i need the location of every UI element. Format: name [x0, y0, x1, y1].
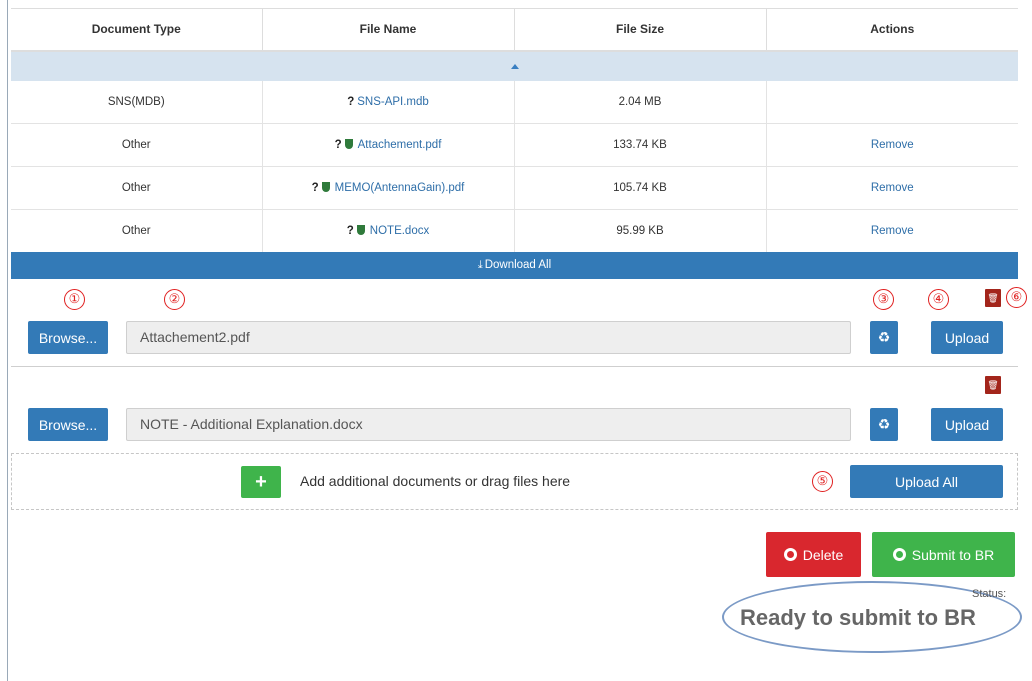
file-name-field[interactable]: NOTE - Additional Explanation.docx [126, 408, 851, 441]
table-row: Other ? MEMO(AntennaGain).pdf 105.74 KB R… [11, 166, 1018, 210]
upload-row: Browse... NOTE - Additional Explanation.… [11, 367, 1018, 453]
file-link[interactable]: Attachement.pdf [358, 139, 442, 151]
browse-button[interactable]: Browse... [28, 408, 108, 441]
table-row: SNS(MDB) ? SNS-API.mdb 2.04 MB [11, 80, 1018, 124]
trash-icon[interactable]: 🗑 [985, 289, 1001, 307]
annotation-marker-4: ④ [928, 289, 949, 310]
upload-row: Browse... Attachement2.pdf ♻ Upload 🗑 [11, 279, 1018, 367]
globe-icon [892, 548, 906, 561]
annotation-marker-2: ② [164, 289, 185, 310]
question-icon: ? [346, 225, 354, 237]
annotation-marker-6: ⑥ [1006, 287, 1027, 308]
dropzone-text: Add additional documents or drag files h… [300, 473, 571, 489]
cell-file-name: ? SNS-API.mdb [261, 80, 514, 124]
recycle-icon: ♻ [877, 329, 891, 345]
cell-file-size: 95.99 KB [513, 209, 766, 253]
cell-file-name: ? NOTE.docx [261, 209, 514, 253]
annotation-marker-3: ③ [873, 289, 894, 310]
download-all-label: Download All [484, 259, 552, 271]
delete-label: Delete [802, 546, 844, 563]
table-row: Other ? Attachement.pdf 133.74 KB Remove [11, 123, 1018, 167]
table-row: Other ? NOTE.docx 95.99 KB Remove [11, 209, 1018, 253]
question-icon: ? [334, 139, 342, 151]
question-icon: ? [311, 182, 319, 194]
header-actions: Actions [765, 8, 1018, 52]
file-link[interactable]: SNS-API.mdb [357, 96, 429, 108]
shield-icon [344, 139, 353, 149]
remove-link[interactable]: Remove [871, 225, 914, 237]
cell-document-type: Other [11, 209, 262, 253]
cell-document-type: SNS(MDB) [11, 80, 262, 124]
status-value: Ready to submit to BR [740, 605, 976, 630]
cell-file-name: ? Attachement.pdf [261, 123, 514, 167]
submit-label: Submit to BR [911, 546, 995, 563]
status-label: Status: [972, 588, 1007, 600]
delete-button[interactable]: Delete [766, 532, 861, 577]
cell-document-type: Other [11, 123, 262, 167]
file-link[interactable]: NOTE.docx [370, 225, 429, 237]
caret-up-icon[interactable] [510, 64, 519, 69]
cell-file-size: 2.04 MB [513, 80, 766, 124]
documents-table: Document Type File Name File Size Action… [11, 8, 1018, 253]
download-icon: ⤓ [477, 259, 483, 271]
header-file-size[interactable]: File Size [513, 8, 766, 52]
annotation-marker-5: ⑤ [812, 471, 833, 492]
shield-icon [356, 225, 365, 235]
question-icon: ? [347, 95, 355, 108]
remove-link[interactable]: Remove [871, 182, 914, 194]
annotation-marker-1: ① [64, 289, 85, 310]
file-link[interactable]: MEMO(AntennaGain).pdf [335, 182, 465, 194]
recycle-icon: ♻ [877, 416, 891, 432]
submit-to-br-button[interactable]: Submit to BR [872, 532, 1015, 577]
remove-link[interactable]: Remove [871, 139, 914, 151]
collapse-toggle-row[interactable] [11, 50, 1018, 81]
dropzone[interactable]: + Add additional documents or drag files… [11, 453, 1018, 510]
cell-document-type: Other [11, 166, 262, 210]
trash-icon[interactable]: 🗑 [985, 376, 1001, 394]
cell-file-size: 133.74 KB [513, 123, 766, 167]
download-all-button[interactable]: ⤓ Download All [11, 252, 1018, 279]
header-document-type[interactable]: Document Type [11, 8, 262, 52]
browse-button[interactable]: Browse... [28, 321, 108, 354]
cell-actions [765, 80, 1018, 124]
upload-button[interactable]: Upload [931, 321, 1003, 354]
shield-icon [321, 182, 330, 192]
header-file-name[interactable]: File Name [261, 8, 514, 52]
table-header-row: Document Type File Name File Size Action… [11, 8, 1018, 52]
upload-all-button[interactable]: Upload All [850, 465, 1003, 498]
file-name-field[interactable]: Attachement2.pdf [126, 321, 851, 354]
cell-file-size: 105.74 KB [513, 166, 766, 210]
recycle-button[interactable]: ♻ [870, 408, 898, 441]
page-left-border [7, 0, 8, 681]
recycle-button[interactable]: ♻ [870, 321, 898, 354]
upload-button[interactable]: Upload [931, 408, 1003, 441]
globe-icon [783, 548, 797, 561]
add-document-button[interactable]: + [241, 466, 281, 498]
cell-file-name: ? MEMO(AntennaGain).pdf [261, 166, 514, 210]
